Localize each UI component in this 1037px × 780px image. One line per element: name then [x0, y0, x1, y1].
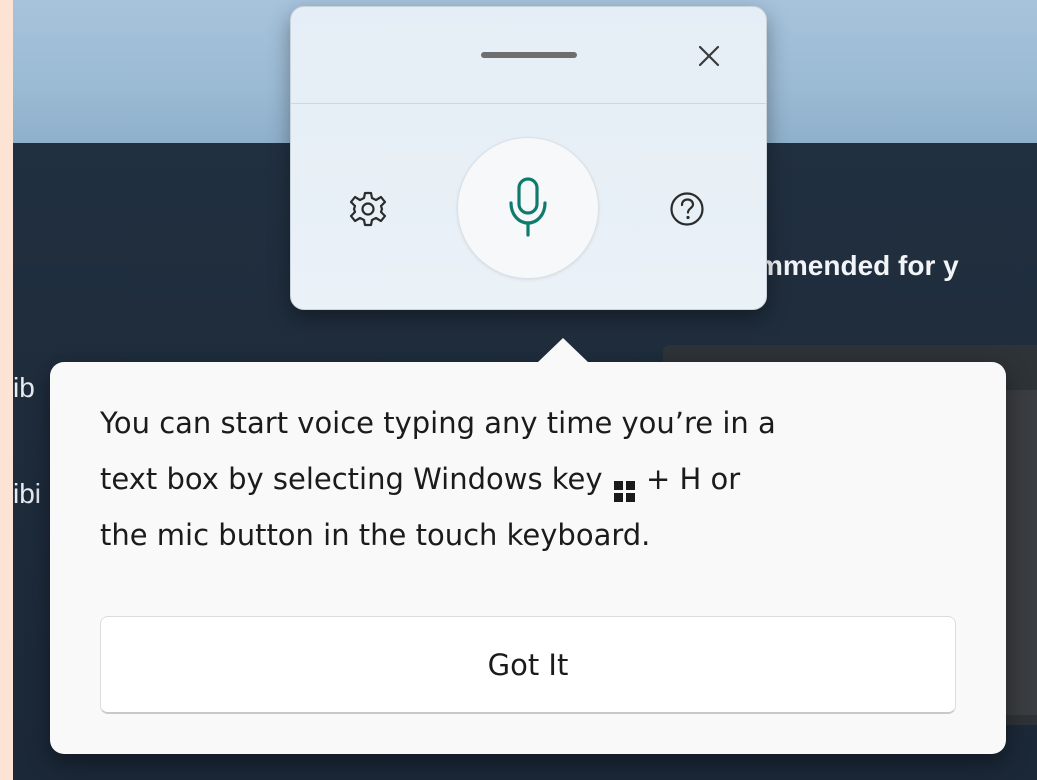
close-button[interactable]	[689, 36, 729, 76]
got-it-button[interactable]: Got It	[100, 616, 956, 714]
tip-line-2: text box by selecting Windows key + H or	[100, 451, 980, 507]
teaching-tip: You can start voice typing any time you’…	[50, 338, 1006, 754]
teaching-tip-pointer	[537, 338, 589, 363]
drag-handle[interactable]	[481, 52, 577, 58]
microphone-button[interactable]	[457, 137, 599, 279]
tip-line-2-shortcut: + H or	[645, 462, 741, 496]
settings-button[interactable]	[344, 185, 392, 233]
help-circle-icon	[670, 192, 704, 226]
background-text-fragment: ibi	[13, 478, 42, 509]
background-section-heading: mmended for y	[758, 250, 959, 281]
teaching-tip-message: You can start voice typing any time you’…	[100, 395, 980, 563]
voice-typing-panel	[290, 6, 767, 310]
background-text-fragment: ib	[13, 372, 35, 403]
tip-line-2-text: text box by selecting Windows key	[100, 462, 603, 496]
tip-line-3: the mic button in the touch keyboard.	[100, 518, 651, 552]
gear-icon	[349, 191, 387, 227]
panel-title-bar[interactable]	[291, 7, 766, 104]
windows-logo-icon	[613, 481, 635, 502]
close-icon	[698, 45, 720, 67]
tip-line-1: You can start voice typing any time you’…	[100, 406, 776, 440]
microphone-icon	[509, 177, 547, 237]
help-button[interactable]	[663, 185, 711, 233]
